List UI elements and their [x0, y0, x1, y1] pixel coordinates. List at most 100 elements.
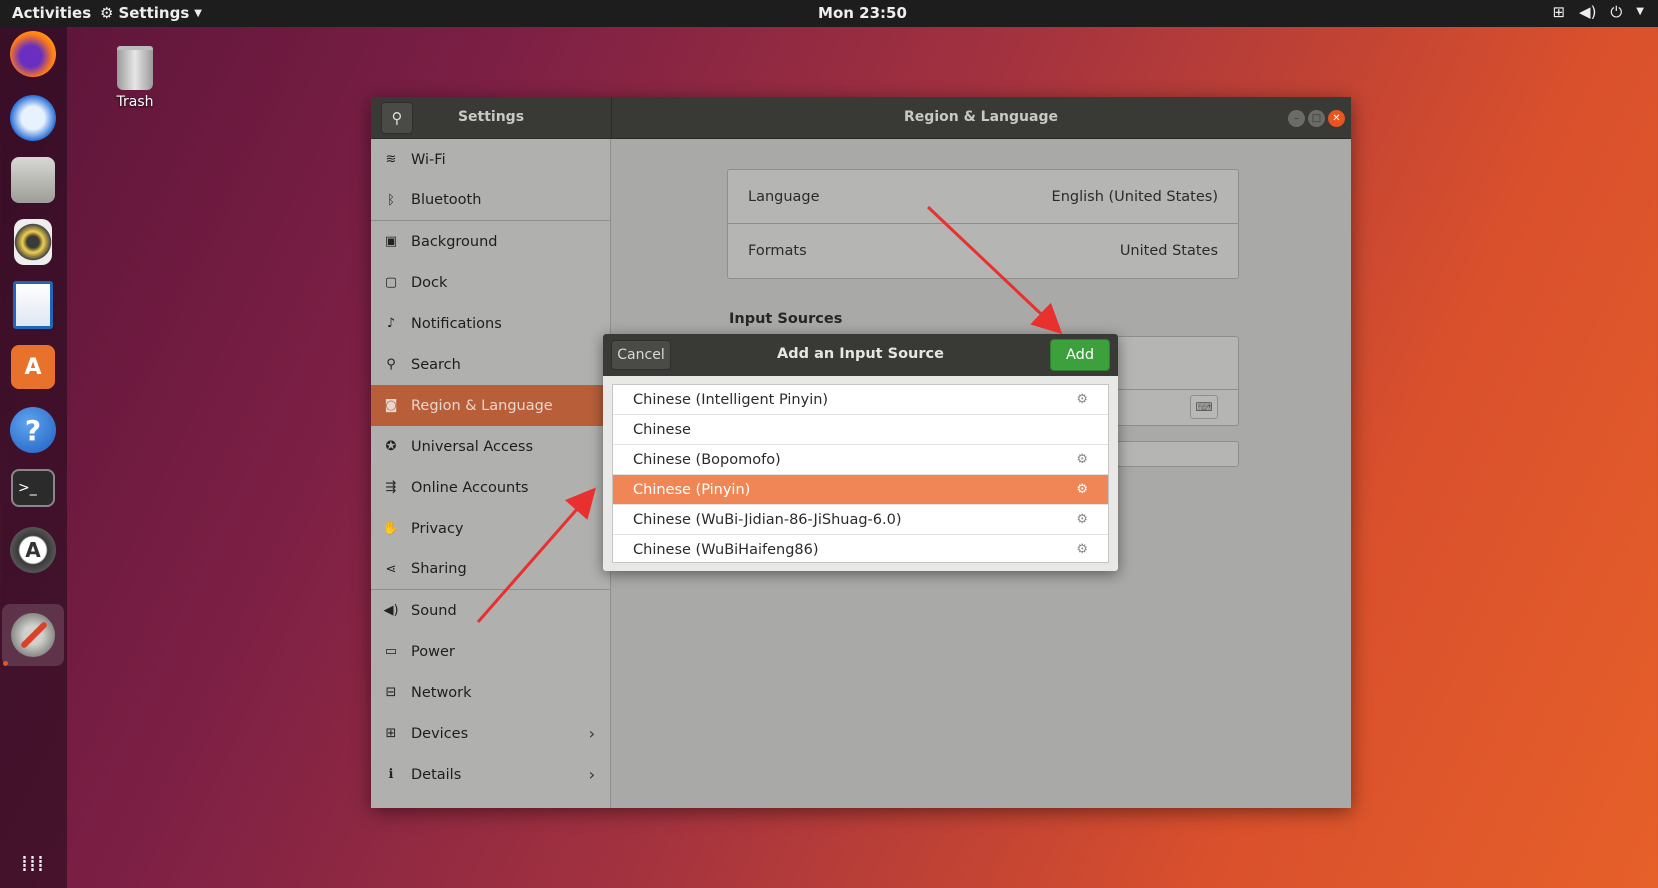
sidebar-item-privacy[interactable]: ✋ Privacy	[371, 508, 611, 549]
input-source-row[interactable]: Chinese	[613, 415, 1108, 445]
bluetooth-icon: ᛒ	[387, 192, 395, 208]
formats-label: Formats	[748, 243, 807, 259]
sidebar-item-dock[interactable]: ▢ Dock	[371, 262, 611, 303]
sidebar-item-search[interactable]: ⚲ Search	[371, 344, 611, 385]
add-button[interactable]: Add	[1050, 339, 1110, 371]
sidebar-item-label: Privacy	[411, 520, 464, 537]
terminal-icon[interactable]: >_	[11, 469, 55, 507]
search-icon: ⚲	[386, 357, 396, 372]
sidebar-item-devices[interactable]: ⊞ Devices ›	[371, 713, 611, 754]
sidebar-item-label: Bluetooth	[411, 192, 482, 208]
dialog-title: Add an Input Source	[777, 346, 944, 362]
maximize-button[interactable]: □	[1308, 110, 1325, 127]
formats-row[interactable]: Formats United States	[728, 224, 1238, 278]
keyboard-layout-button[interactable]: ⌨	[1190, 395, 1218, 419]
trash-label: Trash	[116, 94, 154, 110]
firefox-icon[interactable]	[10, 31, 56, 77]
system-tray[interactable]: ⊞ ◀) ⏻ ▼	[1552, 3, 1644, 21]
trash-desktop-icon[interactable]: Trash	[105, 46, 165, 110]
info-icon: ℹ	[388, 767, 394, 782]
share-icon: ⋖	[385, 561, 397, 577]
formats-value: United States	[1119, 243, 1218, 259]
power-icon[interactable]: ⏻	[1610, 3, 1622, 21]
sidebar-item-label: Wi-Fi	[411, 151, 446, 168]
sidebar-item-label: Online Accounts	[411, 479, 529, 496]
window-titlebar[interactable]: ⚲ Settings Region & Language – □ ✕	[371, 97, 1351, 139]
input-source-row[interactable]: Chinese (Intelligent Pinyin) ⚙	[613, 385, 1108, 415]
dialog-header: Cancel Add an Input Source Add	[603, 334, 1118, 376]
devices-icon: ⊞	[385, 726, 397, 741]
app-menu[interactable]: ⚙ Settings ▼	[100, 4, 202, 22]
input-source-row[interactable]: Chinese (Pinyin) ⚙	[613, 475, 1108, 505]
active-indicator	[3, 661, 8, 666]
sidebar-item-label: Dock	[411, 274, 448, 291]
sidebar-item-label: Region & Language	[411, 397, 553, 414]
input-source-label: Chinese (Pinyin)	[633, 481, 751, 498]
dock-icon: ▢	[384, 275, 398, 290]
writer-icon[interactable]	[13, 281, 53, 329]
clock[interactable]: Mon 23:50	[800, 4, 925, 22]
sidebar-item-label: Notifications	[411, 315, 502, 332]
input-source-label: Chinese	[633, 421, 691, 438]
privacy-hand-icon: ✋	[382, 521, 400, 536]
software-updater-icon[interactable]: A	[10, 527, 56, 573]
sidebar-item-power[interactable]: ▭ Power	[371, 631, 611, 672]
language-formats-frame: Language English (United States) Formats…	[727, 169, 1239, 279]
sidebar-item-sound[interactable]: ◀) Sound	[371, 590, 611, 631]
rhythmbox-icon[interactable]	[14, 219, 52, 265]
chevron-right-icon: ›	[588, 724, 595, 743]
sidebar-item-bluetooth[interactable]: ᛒ Bluetooth	[371, 180, 611, 221]
settings-gear-icon: ⚙	[1076, 482, 1088, 497]
input-source-row[interactable]: Chinese (WuBiHaifeng86) ⚙	[613, 535, 1108, 565]
input-source-label: Chinese (WuBiHaifeng86)	[633, 541, 819, 558]
input-source-row[interactable]: Chinese (WuBi-Jidian-86-JiShuag-6.0) ⚙	[613, 505, 1108, 535]
caret-down-icon: ▼	[194, 7, 202, 19]
activities-button[interactable]: Activities	[12, 4, 91, 22]
network-icon[interactable]: ⊞	[1552, 3, 1565, 21]
sidebar-item-label: Details	[411, 766, 462, 783]
language-row[interactable]: Language English (United States)	[728, 170, 1238, 224]
input-source-label: Chinese (Bopomofo)	[633, 451, 781, 468]
gear-icon: ⚙	[100, 4, 114, 22]
sidebar-item-background[interactable]: ▣ Background	[371, 221, 611, 262]
caret-down-icon[interactable]: ▼	[1636, 3, 1644, 21]
help-icon[interactable]: ?	[10, 407, 56, 453]
sidebar-item-network[interactable]: ⊟ Network	[371, 672, 611, 713]
top-bar: Activities ⚙ Settings ▼ Mon 23:50 ⊞ ◀) ⏻…	[0, 0, 1658, 27]
sidebar-item-universal-access[interactable]: ✪ Universal Access	[371, 426, 611, 467]
input-source-row[interactable]: Chinese (Bopomofo) ⚙	[613, 445, 1108, 475]
volume-icon[interactable]: ◀)	[1579, 3, 1596, 21]
bell-icon: ♪	[386, 316, 396, 331]
close-button[interactable]: ✕	[1328, 110, 1345, 127]
sidebar-item-notifications[interactable]: ♪ Notifications	[371, 303, 611, 344]
sidebar-item-label: Sound	[411, 602, 457, 619]
accessibility-icon: ✪	[385, 439, 397, 454]
sidebar-item-label: Devices	[411, 725, 469, 742]
network-icon: ⊟	[385, 685, 397, 700]
add-input-source-dialog: Cancel Add an Input Source Add Chinese (…	[603, 334, 1118, 571]
sidebar-item-region-language[interactable]: ◙ Region & Language	[371, 385, 611, 426]
sidebar-item-label: Universal Access	[411, 438, 534, 455]
chevron-right-icon: ›	[588, 765, 595, 784]
sidebar-item-sharing[interactable]: ⋖ Sharing	[371, 549, 611, 590]
settings-app-icon[interactable]	[2, 604, 64, 666]
app-menu-label: Settings	[118, 4, 190, 22]
language-value: English (United States)	[1051, 188, 1218, 205]
software-center-icon[interactable]: A	[11, 345, 55, 389]
sidebar-item-details[interactable]: ℹ Details ›	[371, 754, 611, 795]
panel-title: Region & Language	[904, 109, 1058, 125]
show-applications-icon[interactable]: ⁞⁞⁞	[8, 839, 58, 888]
sidebar-item-online-accounts[interactable]: ⇶ Online Accounts	[371, 467, 611, 508]
sidebar: ≋ Wi-Fi ᛒ Bluetooth ▣ Background ▢ Dock ♪ Notific…	[371, 139, 611, 808]
minimize-button[interactable]: –	[1288, 110, 1305, 127]
online-accounts-icon: ⇶	[385, 480, 397, 495]
input-source-list: Chinese (Intelligent Pinyin) ⚙ Chinese Chin…	[612, 384, 1109, 565]
sidebar-item-label: Search	[411, 356, 461, 373]
region-icon: ◙	[384, 398, 398, 413]
sidebar-item-wi-fi[interactable]: ≋ Wi-Fi	[371, 139, 611, 180]
thunderbird-icon[interactable]	[10, 95, 56, 141]
dock: A ? >_ A ⁞⁞⁞	[0, 27, 67, 888]
keyboard-icon: ⌨	[1195, 400, 1213, 414]
files-icon[interactable]	[11, 157, 55, 203]
sidebar-item-label: Sharing	[411, 561, 467, 577]
